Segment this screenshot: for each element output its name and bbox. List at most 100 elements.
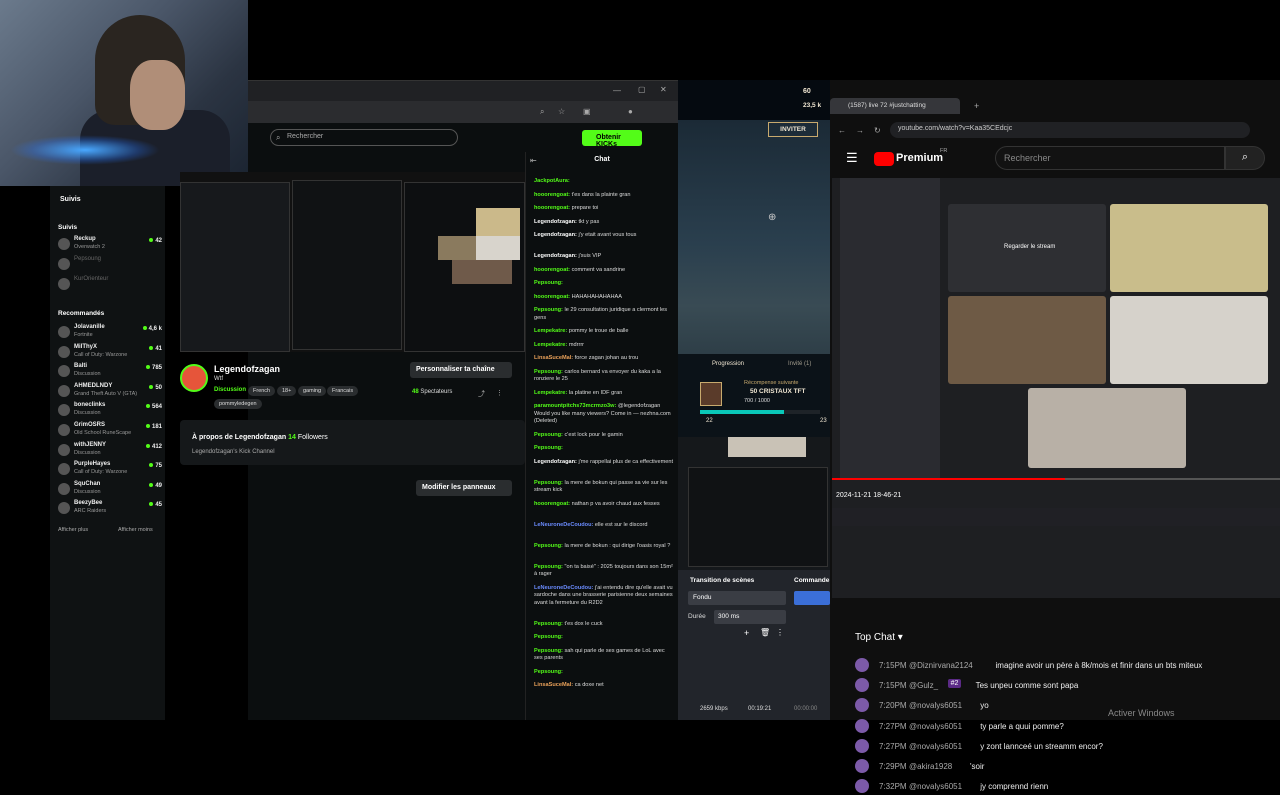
chat-username[interactable]: hooorengoat:: [534, 501, 570, 507]
sidebar-item-recommended[interactable]: Jolavanille Fortnite 4,6 k: [58, 324, 162, 342]
kick-search-input[interactable]: Rechercher: [270, 129, 458, 146]
youtube-video-player[interactable]: Regarder le stream 2024-11-21 18-46-21: [832, 178, 1280, 598]
chat-username[interactable]: Pepsoung:: [534, 480, 563, 486]
chat-username[interactable]: @novalys6051: [909, 722, 962, 731]
chat-username[interactable]: @novalys6051: [909, 782, 962, 791]
channel-name[interactable]: Legendofzagan: [214, 364, 280, 374]
stream-video[interactable]: [180, 172, 525, 352]
tag-chip[interactable]: Francais: [327, 386, 359, 396]
chat-username[interactable]: @Gulz_: [909, 681, 938, 690]
show-more-link[interactable]: Afficher plus: [58, 527, 88, 533]
chat-username[interactable]: Pepsoung:: [534, 432, 563, 438]
chat-username[interactable]: Pepsoung:: [534, 280, 563, 286]
chat-username[interactable]: JackpotAura:: [534, 178, 570, 184]
close-icon[interactable]: ✕: [660, 85, 667, 94]
chat-username[interactable]: Pepsoung:: [534, 307, 563, 313]
chat-username[interactable]: LinsaSuceMal:: [534, 682, 573, 688]
chat-username[interactable]: @novalys6051: [909, 701, 962, 710]
maximize-icon[interactable]: ▢: [638, 85, 646, 94]
youtube-logo-text[interactable]: Premium: [896, 152, 943, 164]
invited-tab[interactable]: Invité (1): [788, 361, 811, 367]
chat-username[interactable]: LeNeuroneDeCoudou:: [534, 585, 593, 591]
duration-input[interactable]: 300 ms: [714, 610, 786, 624]
tag-chip[interactable]: pommyledegen: [214, 399, 262, 409]
edit-panels-button[interactable]: Modifier les panneaux: [416, 480, 512, 496]
chat-username[interactable]: Pepsoung:: [534, 445, 563, 451]
tag-chip[interactable]: 18+: [277, 386, 297, 396]
back-icon[interactable]: ←: [838, 126, 846, 135]
address-bar[interactable]: youtube.com/watch?v=Kaa35CEdcjc: [890, 122, 1250, 138]
more-icon[interactable]: ⋮: [776, 628, 784, 637]
chat-username[interactable]: Pepsoung:: [534, 621, 563, 627]
sidebar-item-recommended[interactable]: GrimOSRS Old School RuneScape 181: [58, 422, 162, 440]
chat-username[interactable]: Legendofzagan:: [534, 232, 577, 238]
sidebar-item-recommended[interactable]: boneclinks Discussion 564: [58, 402, 162, 420]
sidebar-item-recommended[interactable]: BeezyBee ARC Raiders 45: [58, 500, 162, 518]
youtube-logo-icon[interactable]: [874, 152, 894, 166]
profile-icon[interactable]: ●: [628, 107, 633, 116]
browser-tab[interactable]: (1587) live 72 #justchatting: [830, 98, 960, 114]
search-icon[interactable]: ⌕: [1225, 146, 1265, 170]
sidebar-item-recommended[interactable]: AHMEDLNDY Grand Theft Auto V (GTA) 50: [58, 383, 162, 401]
customize-channel-button[interactable]: Personnaliser ta chaîne: [410, 362, 512, 378]
menu-icon[interactable]: ☰: [846, 150, 858, 166]
minimize-icon[interactable]: —: [613, 86, 621, 95]
chat-username[interactable]: Pepsoung:: [534, 669, 563, 675]
chat-username[interactable]: hooorengoat:: [534, 294, 570, 300]
reload-icon[interactable]: ↻: [874, 126, 881, 135]
chat-username[interactable]: hooorengoat:: [534, 267, 570, 273]
chat-username[interactable]: @Diznirvana2124: [909, 661, 973, 670]
youtube-search-input[interactable]: Rechercher: [995, 146, 1225, 170]
invite-button[interactable]: INVITER: [768, 122, 818, 137]
chat-username[interactable]: paramountpitchs73mcrmzo3w:: [534, 403, 616, 409]
sidebar-item-recommended[interactable]: MiIThyX Call of Duty: Warzone 41: [58, 344, 162, 362]
chat-username[interactable]: LeNeuroneDeCoudou:: [534, 522, 593, 528]
following-title[interactable]: Suivis: [60, 196, 81, 203]
transition-select[interactable]: Fondu: [688, 591, 786, 605]
chat-username[interactable]: hooorengoat:: [534, 192, 570, 198]
more-icon[interactable]: ⋮: [496, 389, 503, 397]
chat-username[interactable]: Pepsoung:: [534, 648, 563, 654]
extension-icon[interactable]: ▣: [583, 107, 591, 116]
chat-username[interactable]: Legendofzagan:: [534, 459, 577, 465]
chat-username[interactable]: @novalys6051: [909, 742, 962, 751]
chat-username[interactable]: @akira1928: [909, 762, 952, 771]
sidebar-item-followed[interactable]: Reckup Overwatch 2 42: [58, 236, 162, 254]
chat-username[interactable]: Pepsoung:: [534, 543, 563, 549]
forward-icon[interactable]: →: [856, 126, 864, 135]
sidebar-item-recommended[interactable]: Balti Discussion 785: [58, 363, 162, 381]
top-chat-selector[interactable]: Top Chat ▾: [855, 632, 903, 643]
watch-stream-label[interactable]: Regarder le stream: [1004, 244, 1055, 250]
sidebar-item-recommended[interactable]: PurpleHayes Call of Duty: Warzone 75: [58, 461, 162, 479]
trash-icon[interactable]: 🗑: [760, 628, 770, 637]
progression-tab[interactable]: Progression: [712, 361, 744, 367]
chat-username[interactable]: Legendofzagan:: [534, 253, 577, 259]
channel-avatar[interactable]: [180, 364, 208, 392]
chat-username[interactable]: Pepsoung:: [534, 564, 563, 570]
collapse-chat-icon[interactable]: ⇤: [530, 156, 537, 165]
new-tab-icon[interactable]: +: [974, 101, 979, 111]
zoom-icon[interactable]: ⌕: [540, 107, 544, 117]
sidebar-item-recommended[interactable]: SquChan Discussion 49: [58, 481, 162, 499]
sidebar-item-followed[interactable]: KurOrienteur: [58, 276, 162, 294]
sidebar-item-recommended[interactable]: withJENNY Discussion 412: [58, 442, 162, 460]
show-less-link[interactable]: Afficher moins: [118, 527, 153, 533]
add-icon[interactable]: ⊕: [768, 212, 776, 223]
tag-chip[interactable]: gaming: [298, 386, 327, 396]
chat-username[interactable]: Pepsoung:: [534, 369, 563, 375]
tag-chip[interactable]: French: [248, 386, 276, 396]
star-icon[interactable]: ☆: [558, 107, 565, 116]
chat-username[interactable]: Lempekatre:: [534, 328, 567, 334]
chat-username[interactable]: hooorengoat:: [534, 205, 570, 211]
stream-category[interactable]: Discussion: [214, 387, 246, 393]
command-button[interactable]: [794, 591, 830, 605]
chat-username[interactable]: Lempekatre:: [534, 342, 567, 348]
chat-username[interactable]: Lempekatre:: [534, 390, 567, 396]
chat-username[interactable]: Pepsoung:: [534, 634, 563, 640]
get-kicks-button[interactable]: Obtenir KICKs: [582, 130, 642, 148]
sidebar-item-followed[interactable]: Pepsoung: [58, 256, 162, 274]
add-icon[interactable]: +: [744, 628, 749, 638]
chat-username[interactable]: Legendofzagan:: [534, 219, 577, 225]
chat-username[interactable]: LinsaSuceMal:: [534, 355, 573, 361]
share-icon[interactable]: ⤴: [478, 389, 485, 399]
